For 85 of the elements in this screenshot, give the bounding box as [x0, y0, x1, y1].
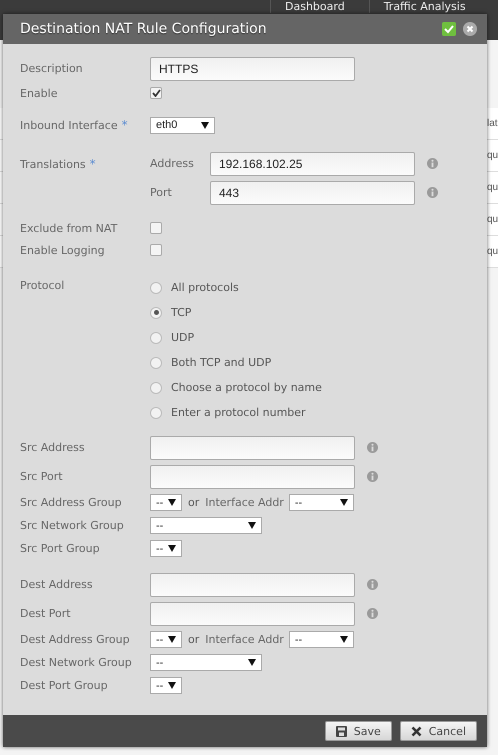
option-label: Enter a protocol number: [171, 406, 306, 419]
field-label: Exclude from NAT: [20, 222, 118, 234]
required-marker: *: [90, 157, 96, 171]
field-label: Src Address: [20, 441, 86, 454]
nav-tab[interactable]: Dashboard: [270, 0, 359, 13]
address-field[interactable]: 192.168.102.25: [210, 152, 415, 176]
group-select[interactable]: --: [150, 654, 262, 671]
text-field[interactable]: [150, 436, 355, 460]
field-label: Dest Address Group: [20, 633, 131, 646]
checkbox[interactable]: [150, 87, 162, 99]
info-icon: [427, 158, 438, 169]
field-label: Translations: [20, 158, 86, 170]
table-cell: qu: [487, 214, 498, 225]
radio-button[interactable]: [150, 282, 162, 294]
field-label: Inbound Interface: [20, 118, 118, 132]
description-field[interactable]: HTTPS: [150, 56, 355, 80]
caret-icon: [201, 122, 209, 128]
caret-icon: [168, 545, 176, 552]
caret-icon: [168, 499, 176, 506]
text-field[interactable]: [150, 602, 355, 626]
field-label: Interface Addr: [205, 496, 284, 509]
dialog-title: Destination NAT Rule Configuration: [20, 21, 268, 37]
radio-button[interactable]: [150, 332, 162, 344]
caret-icon: [248, 522, 256, 529]
field-label: Src Port: [20, 470, 64, 483]
interface-select[interactable]: --: [288, 631, 354, 648]
confirm-icon[interactable]: [442, 22, 456, 36]
info-icon: [367, 471, 378, 482]
caret-icon: [340, 636, 348, 643]
field-label: Src Port Group: [20, 542, 101, 555]
field-label: Description: [20, 62, 84, 75]
field-label: Protocol: [20, 278, 66, 292]
interface-select[interactable]: --: [288, 494, 354, 511]
port-field[interactable]: 443: [210, 180, 415, 204]
field-label: Src Address Group: [20, 496, 123, 509]
radio-button[interactable]: [150, 406, 162, 418]
caret-icon: [248, 659, 256, 666]
info-icon: [367, 579, 378, 590]
field-label: Dest Port Group: [20, 679, 109, 692]
floppy-icon: [336, 726, 347, 736]
x-icon: [410, 726, 422, 736]
caret-icon: [168, 682, 176, 689]
field-label: Dest Port: [20, 607, 72, 620]
radio-button[interactable]: [150, 382, 162, 394]
group-select[interactable]: --: [150, 631, 182, 648]
info-icon: [367, 442, 378, 453]
text-field[interactable]: [150, 572, 355, 596]
interface-select[interactable]: eth0: [150, 116, 215, 134]
nav-tab[interactable]: Traffic Analysis: [368, 0, 480, 13]
field-label: Enable: [20, 86, 58, 100]
radio-button[interactable]: [150, 356, 162, 368]
table-cell: qu: [487, 246, 498, 257]
required-marker: *: [122, 118, 128, 132]
radio-button[interactable]: [150, 306, 162, 318]
option-label: All protocols: [171, 281, 239, 294]
field-label: Dest Network Group: [20, 656, 133, 669]
or-text: or: [188, 633, 200, 646]
group-select[interactable]: --: [150, 677, 182, 694]
field-label: Interface Addr: [205, 633, 284, 646]
option-label: TCP: [171, 306, 192, 319]
field-label: Dest Address: [20, 578, 94, 591]
cancel-button[interactable]: Cancel: [400, 721, 477, 741]
group-select[interactable]: --: [150, 494, 182, 511]
text-field[interactable]: [150, 464, 355, 488]
save-button[interactable]: Save: [324, 721, 392, 741]
option-label: UDP: [171, 331, 194, 344]
field-label: Port: [150, 186, 173, 199]
or-text: or: [188, 496, 200, 509]
caret-icon: [168, 636, 176, 643]
field-label: Src Network Group: [20, 519, 125, 532]
table-cell: lat: [487, 118, 498, 129]
table-cell: qu: [487, 182, 498, 193]
info-icon: [367, 608, 378, 619]
group-select[interactable]: --: [150, 517, 262, 534]
close-icon[interactable]: [463, 22, 477, 36]
table-cell: qu: [487, 150, 498, 161]
checkbox[interactable]: [150, 222, 162, 234]
field-label: Enable Logging: [20, 244, 106, 256]
info-icon: [427, 187, 438, 198]
checkbox[interactable]: [150, 244, 162, 256]
group-select[interactable]: --: [150, 540, 182, 557]
field-label: Address: [150, 157, 195, 170]
option-label: Both TCP and UDP: [171, 356, 272, 369]
option-label: Choose a protocol by name: [171, 381, 322, 394]
caret-icon: [340, 499, 348, 506]
